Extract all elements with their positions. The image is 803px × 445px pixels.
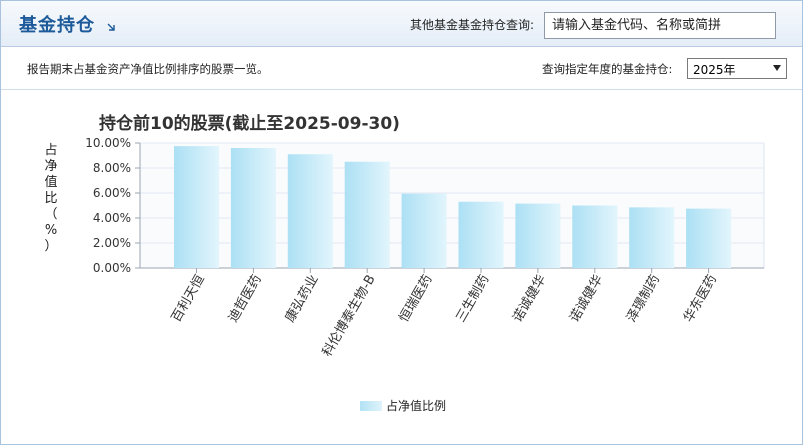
bar-10 xyxy=(686,208,732,268)
bar-3 xyxy=(287,154,333,268)
bar-1 xyxy=(174,146,219,268)
x-tick-label: 康弘药业 xyxy=(282,272,322,325)
page-title: 基金持仓 xyxy=(19,15,95,36)
chart-toolbar: 报告期末占基金资产净值比例排序的股票一览。 查询指定年度的基金持仓: 2025年 xyxy=(1,48,802,90)
y-tick-label: 0.00% xyxy=(93,261,131,275)
year-query-label: 查询指定年度的基金持仓: xyxy=(542,62,673,76)
chevron-down-icon xyxy=(773,65,781,71)
y-tick-label: 4.00% xyxy=(93,211,131,225)
bar-2 xyxy=(230,148,276,268)
legend-swatch xyxy=(360,401,382,411)
chart-title: 持仓前10的股票(截止至2025-09-30) xyxy=(99,113,400,134)
bar-7 xyxy=(515,203,561,268)
x-tick-label: 科伦博泰生物-B xyxy=(320,273,379,360)
fund-holdings-panel: 基金持仓 其他基金基金持仓查询: 报告期末占基金资产净值比例排序的股票一览。 查… xyxy=(0,0,803,445)
bar-9 xyxy=(629,207,675,268)
panel-header: 基金持仓 其他基金基金持仓查询: xyxy=(1,1,802,47)
bar-4 xyxy=(344,161,390,268)
x-tick-label: 诺诚健华 xyxy=(510,273,549,326)
x-tick-label: 三生制药 xyxy=(453,273,492,326)
holdings-chart: 持仓前10的股票(截止至2025-09-30) 0.00% 2.00% 4.00% 6.… xyxy=(1,91,802,431)
x-tick-label: 迪哲医药 xyxy=(226,273,265,326)
other-fund-query-label: 其他基金基金持仓查询: xyxy=(410,18,535,32)
x-tick-label: 恒瑞医药 xyxy=(397,273,436,326)
holdings-description: 报告期末占基金资产净值比例排序的股票一览。 xyxy=(27,62,269,76)
y-tick-label: 6.00% xyxy=(93,186,131,200)
bar-chart-svg: 持仓前10的股票(截止至2025-09-30) 0.00% 2.00% 4.00% 6.… xyxy=(85,113,765,360)
x-tick-label: 诺诚健华 xyxy=(567,273,606,326)
y-tick-label: 8.00% xyxy=(93,161,131,175)
y-tick-label: 2.00% xyxy=(93,236,131,250)
legend-label: 占净值比例 xyxy=(386,399,447,413)
bar-8 xyxy=(572,205,618,268)
corner-arrow-icon[interactable] xyxy=(106,22,116,32)
x-tick-label: 泽璟制药 xyxy=(624,273,663,326)
fund-search-input[interactable] xyxy=(544,12,776,39)
x-tick-label: 华东医药 xyxy=(681,273,720,326)
y-axis-label: 占净值比（%） xyxy=(44,143,58,254)
year-select[interactable]: 2025年 xyxy=(687,58,787,79)
x-tick-label: 百利天恒 xyxy=(169,273,208,326)
y-tick-label: 10.00% xyxy=(85,136,131,150)
bar-6 xyxy=(458,201,504,268)
bar-5 xyxy=(401,193,447,268)
year-select-value: 2025年 xyxy=(693,63,736,77)
